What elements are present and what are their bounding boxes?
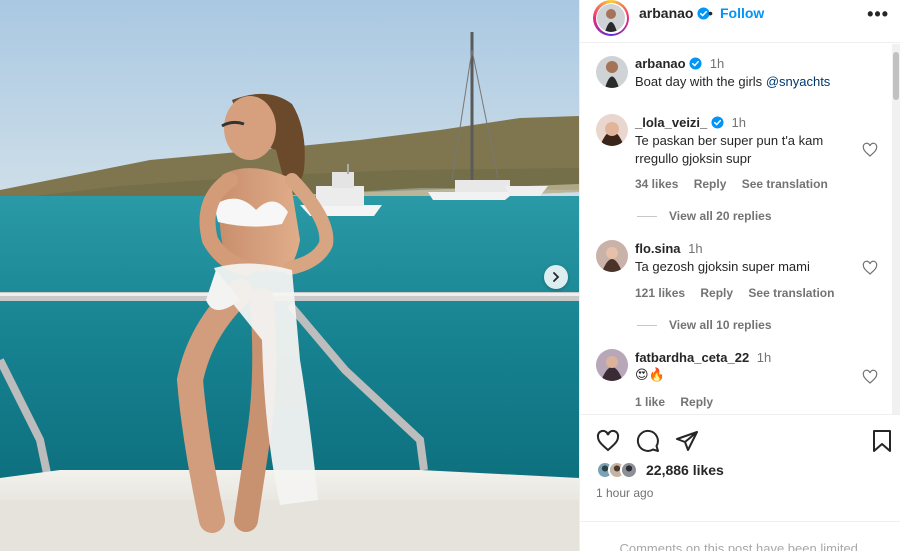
avatar[interactable]: [596, 56, 628, 88]
header-separator: •: [708, 5, 713, 21]
scrollbar-thumb[interactable]: [893, 52, 899, 100]
see-translation-button[interactable]: See translation: [742, 177, 828, 191]
bookmark-icon[interactable]: [871, 429, 893, 453]
comment-text: 😍🔥: [635, 368, 665, 383]
post-header: arbanao • Follow •••: [580, 0, 900, 43]
comment-heart-icon[interactable]: [862, 260, 878, 276]
caption-text: Boat day with the girls: [635, 74, 763, 89]
comment-time: 1h: [731, 115, 746, 130]
view-replies-button[interactable]: View all 20 replies: [637, 209, 772, 223]
caption-username[interactable]: arbanao: [635, 56, 686, 71]
comment-text: rregullo gjoksin supr: [635, 151, 752, 166]
comment-username[interactable]: fatbardha_ceta_22: [635, 350, 749, 365]
comment-time: 1h: [688, 241, 703, 256]
comment-item: flo.sina 1h Ta gezosh gjoksin super mami…: [580, 240, 890, 340]
boat-photo-illustration: [0, 0, 579, 551]
comment-likes[interactable]: 1 like: [635, 395, 665, 409]
reply-button[interactable]: Reply: [694, 177, 727, 191]
liker-avatar: [620, 461, 638, 479]
heart-icon[interactable]: [596, 429, 620, 453]
avatar: [597, 4, 625, 32]
header-username[interactable]: arbanao: [639, 5, 710, 21]
avatar[interactable]: [596, 240, 628, 272]
comments-scrollbar[interactable]: [892, 44, 900, 414]
comment-item: fatbardha_ceta_22 1h 😍🔥 1 like Reply: [580, 349, 890, 414]
comments-list[interactable]: arbanao 1h Boat day with the girls @snya…: [580, 44, 900, 414]
likes-summary[interactable]: 22,886 likes: [596, 461, 724, 479]
reply-button[interactable]: Reply: [680, 395, 713, 409]
caption-time: 1h: [709, 56, 725, 71]
caption-mention[interactable]: @snyachts: [766, 74, 831, 89]
username-text[interactable]: arbanao: [639, 5, 693, 21]
see-translation-button[interactable]: See translation: [748, 286, 834, 300]
comment-time: 1h: [756, 350, 772, 365]
post-side-panel: arbanao • Follow ••• arbanao 1h Boat day…: [579, 0, 900, 551]
post-actions: 22,886 likes 1 hour ago Comments on this…: [580, 414, 900, 551]
comment-username[interactable]: _lola_veizi_: [635, 115, 707, 130]
post-time[interactable]: 1 hour ago: [596, 486, 653, 500]
comment-text: Te paskan ber super pun t'a kam: [635, 133, 824, 148]
comment-username[interactable]: flo.sina: [635, 241, 681, 256]
post-photo[interactable]: [0, 0, 579, 551]
comment-heart-icon[interactable]: [862, 369, 878, 385]
next-photo-button[interactable]: [544, 265, 568, 289]
story-ring[interactable]: [593, 0, 629, 36]
comment-meta: 121 likes Reply See translation: [635, 286, 846, 300]
likes-count[interactable]: 22,886 likes: [646, 462, 724, 478]
follow-button[interactable]: Follow: [720, 5, 764, 21]
send-icon[interactable]: [675, 429, 699, 453]
comment-item: _lola_veizi_ 1h Te paskan ber super pun …: [580, 112, 890, 223]
more-options-button[interactable]: •••: [867, 4, 889, 25]
chevron-right-icon: [553, 272, 560, 282]
comment-meta: 1 like Reply: [635, 395, 725, 409]
verified-badge-icon: [711, 116, 724, 129]
comments-limited-notice: Comments on this post have been limited.: [580, 521, 900, 551]
comment-meta: 34 likes Reply See translation: [635, 177, 840, 191]
verified-badge-icon: [689, 57, 702, 70]
avatar[interactable]: [596, 349, 628, 381]
instagram-post: arbanao • Follow ••• arbanao 1h Boat day…: [0, 0, 900, 551]
comment-icon[interactable]: [636, 429, 660, 453]
comment-text: Ta gezosh gjoksin super mami: [635, 259, 810, 274]
avatar[interactable]: [596, 114, 628, 146]
caption: arbanao 1h Boat day with the girls @snya…: [580, 52, 890, 92]
comment-heart-icon[interactable]: [862, 142, 878, 158]
reply-button[interactable]: Reply: [700, 286, 733, 300]
comment-likes[interactable]: 34 likes: [635, 177, 678, 191]
view-replies-button[interactable]: View all 10 replies: [637, 318, 772, 332]
comment-likes[interactable]: 121 likes: [635, 286, 685, 300]
